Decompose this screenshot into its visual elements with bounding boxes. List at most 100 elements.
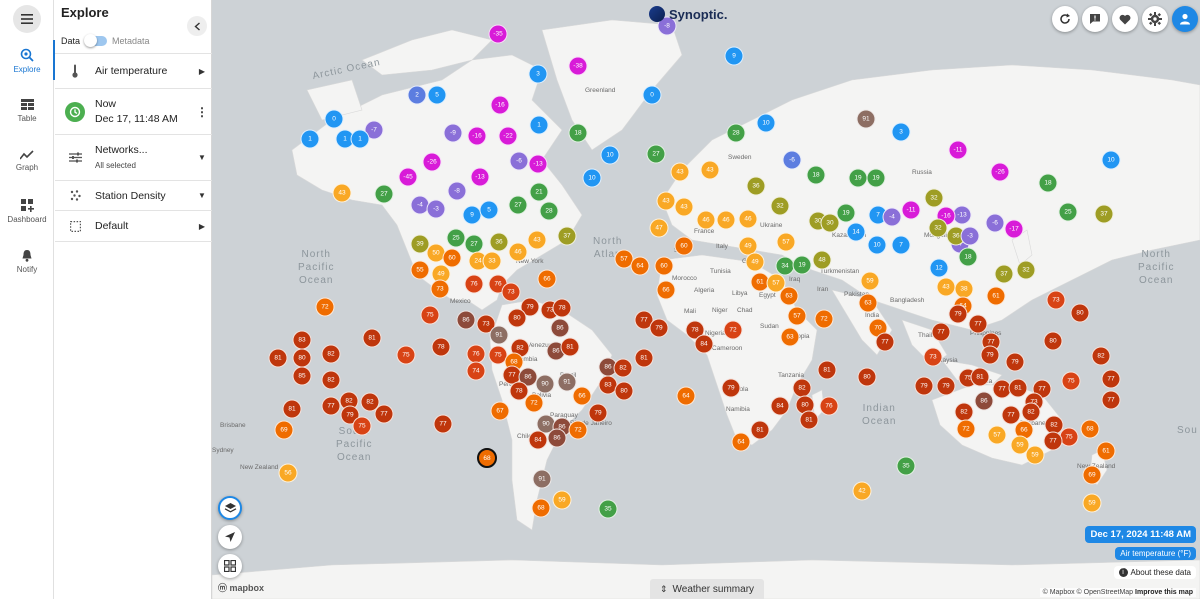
station-marker[interactable]: 18 — [958, 247, 978, 267]
refresh-button[interactable] — [1052, 6, 1078, 32]
selected-station-marker[interactable]: 68 — [477, 448, 497, 468]
station-marker[interactable]: 77 — [875, 332, 895, 352]
networks-selector[interactable]: Networks... All selected ▼ — [55, 134, 212, 180]
layers-button[interactable] — [218, 496, 242, 520]
account-button[interactable] — [1172, 6, 1198, 32]
station-marker[interactable]: -13 — [528, 154, 548, 174]
station-marker[interactable]: 77 — [968, 314, 988, 334]
station-marker[interactable]: 63 — [858, 293, 878, 313]
station-marker[interactable]: -11 — [901, 200, 921, 220]
station-marker[interactable]: 81 — [817, 360, 837, 380]
station-marker[interactable]: -45 — [398, 167, 418, 187]
station-marker[interactable]: 25 — [446, 228, 466, 248]
station-marker[interactable]: 83 — [292, 330, 312, 350]
station-marker[interactable]: 79 — [980, 345, 1000, 365]
station-marker[interactable]: 10 — [1101, 150, 1121, 170]
station-marker[interactable]: 79 — [936, 376, 956, 396]
station-marker[interactable]: 61 — [1096, 441, 1116, 461]
station-marker[interactable]: 82 — [321, 344, 341, 364]
station-marker[interactable]: 60 — [654, 256, 674, 276]
station-marker[interactable]: 74 — [466, 361, 486, 381]
favorite-button[interactable] — [1112, 6, 1138, 32]
station-marker[interactable]: 18 — [806, 165, 826, 185]
station-marker[interactable]: 5 — [479, 200, 499, 220]
station-marker[interactable]: 46 — [696, 210, 716, 230]
rail-item-explore[interactable]: Explore — [0, 38, 55, 84]
rail-item-table[interactable]: Table — [0, 88, 54, 134]
station-marker[interactable]: 72 — [956, 419, 976, 439]
station-marker[interactable]: 37 — [1094, 204, 1114, 224]
station-marker[interactable]: 33 — [482, 251, 502, 271]
station-marker[interactable]: 9 — [724, 46, 744, 66]
station-marker[interactable]: 69 — [274, 420, 294, 440]
station-marker[interactable]: 84 — [528, 430, 548, 450]
station-marker[interactable]: 80 — [292, 348, 312, 368]
station-marker[interactable]: -9 — [443, 123, 463, 143]
station-marker[interactable]: 27 — [646, 144, 666, 164]
station-marker[interactable]: 43 — [527, 230, 547, 250]
station-marker[interactable]: -13 — [470, 167, 490, 187]
weather-summary-tab[interactable]: ⇕ Weather summary — [650, 579, 764, 599]
station-marker[interactable]: 78 — [431, 337, 451, 357]
station-marker[interactable]: 28 — [726, 123, 746, 143]
station-marker[interactable]: 66 — [656, 280, 676, 300]
station-marker[interactable]: 82 — [321, 370, 341, 390]
station-marker[interactable]: 57 — [776, 232, 796, 252]
station-marker[interactable]: 35 — [896, 456, 916, 476]
station-marker[interactable]: 81 — [268, 348, 288, 368]
station-marker[interactable]: 91 — [532, 469, 552, 489]
station-marker[interactable]: 64 — [731, 432, 751, 452]
station-marker[interactable]: 81 — [634, 348, 654, 368]
station-marker[interactable]: -8 — [447, 181, 467, 201]
menu-button[interactable] — [13, 5, 41, 33]
station-marker[interactable]: 91 — [557, 372, 577, 392]
station-marker[interactable]: 5 — [427, 85, 447, 105]
station-marker[interactable]: 47 — [649, 218, 669, 238]
station-marker[interactable]: 60 — [674, 236, 694, 256]
station-marker[interactable]: 32 — [928, 218, 948, 238]
station-marker[interactable]: 43 — [674, 197, 694, 217]
station-marker[interactable]: 90 — [535, 374, 555, 394]
station-marker[interactable]: 27 — [508, 195, 528, 215]
station-marker[interactable]: 75 — [396, 345, 416, 365]
station-marker[interactable]: 46 — [716, 210, 736, 230]
rail-item-notify[interactable]: Notify — [0, 238, 54, 284]
station-marker[interactable]: 77 — [1101, 390, 1121, 410]
station-marker[interactable]: -16 — [490, 95, 510, 115]
station-marker[interactable]: 10 — [867, 235, 887, 255]
station-marker[interactable]: 32 — [770, 196, 790, 216]
date-badge[interactable]: Dec 17, 2024 11:48 AM — [1085, 526, 1196, 543]
station-marker[interactable]: 72 — [524, 393, 544, 413]
station-marker[interactable]: 79 — [914, 376, 934, 396]
station-marker[interactable]: 30 — [820, 213, 840, 233]
station-marker[interactable]: 76 — [464, 274, 484, 294]
station-marker[interactable]: 69 — [1082, 465, 1102, 485]
station-marker[interactable]: 81 — [282, 399, 302, 419]
variable-selector[interactable]: Air temperature ▶ — [55, 53, 212, 88]
station-marker[interactable]: 43 — [936, 277, 956, 297]
about-data-button[interactable]: i About these data — [1113, 566, 1196, 579]
station-marker[interactable]: 77 — [1043, 431, 1063, 451]
style-selector[interactable]: Default ▶ — [55, 210, 212, 242]
attribution-text[interactable]: © Mapbox © OpenStreetMap — [1043, 589, 1133, 596]
station-marker[interactable]: 75 — [352, 416, 372, 436]
station-marker[interactable]: 82 — [1021, 402, 1041, 422]
station-marker[interactable]: 63 — [780, 327, 800, 347]
station-marker[interactable]: 18 — [568, 123, 588, 143]
station-marker[interactable]: 59 — [552, 490, 572, 510]
improve-map-link[interactable]: Improve this map — [1135, 589, 1193, 596]
variable-badge[interactable]: Air temperature (°F) — [1115, 547, 1196, 560]
station-marker[interactable]: 75 — [1059, 427, 1079, 447]
station-marker[interactable]: 76 — [819, 396, 839, 416]
grid-button[interactable] — [218, 554, 242, 578]
station-marker[interactable]: 3 — [891, 122, 911, 142]
station-marker[interactable]: 68 — [1080, 419, 1100, 439]
station-marker[interactable]: 86 — [456, 310, 476, 330]
station-marker[interactable]: -35 — [488, 24, 508, 44]
station-marker[interactable]: 77 — [931, 322, 951, 342]
station-marker[interactable]: 27 — [464, 234, 484, 254]
station-marker[interactable]: 43 — [656, 191, 676, 211]
station-marker[interactable]: 3 — [528, 64, 548, 84]
more-vert-icon[interactable]: ⋮ — [192, 105, 212, 119]
data-metadata-toggle[interactable]: Data Metadata — [61, 34, 211, 48]
